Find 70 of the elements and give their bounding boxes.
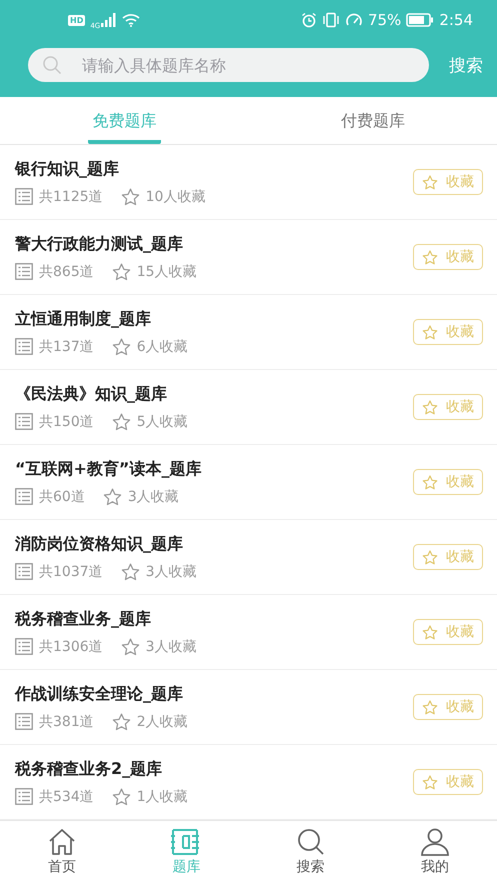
question-count: 共1037道: [39, 562, 103, 580]
favorite-count: 10人收藏: [146, 188, 206, 206]
battery-icon: [406, 13, 434, 27]
favorite-count: 15人收藏: [136, 262, 197, 280]
star-icon: [112, 788, 131, 806]
tab[interactable]: 免费题库: [88, 97, 160, 144]
alarm-icon: [300, 12, 317, 28]
gauge-icon: [344, 12, 363, 28]
question-count: 共534道: [39, 788, 94, 806]
clock-time: 2:54: [439, 11, 473, 29]
star-icon: [422, 250, 438, 264]
favorite-count: 1人收藏: [136, 788, 188, 806]
user-icon: [420, 828, 450, 856]
favorite-count: 3人收藏: [128, 488, 179, 506]
list-icon: [15, 788, 33, 805]
star-icon: [112, 338, 131, 356]
bank-title[interactable]: “互联网+教育”读本_题库: [15, 458, 413, 480]
star-icon: [422, 700, 438, 714]
question-count: 共150道: [39, 412, 94, 430]
star-icon: [112, 712, 131, 730]
favorite-count: 3人收藏: [146, 638, 197, 656]
list-icon: [15, 488, 33, 505]
tab[interactable]: 付费题库: [336, 97, 409, 144]
question-count: 共1125道: [39, 188, 103, 206]
star-icon: [112, 412, 131, 430]
search-field[interactable]: 请输入具体题库名称: [28, 48, 429, 82]
wifi-icon: [122, 13, 140, 27]
star-icon: [422, 474, 438, 490]
star-icon: [120, 562, 140, 580]
bank-title[interactable]: 银行知识_题库: [15, 158, 413, 180]
question-count: 共865道: [39, 262, 94, 280]
favorite-count: 6人收藏: [136, 338, 188, 356]
search-button[interactable]: 搜索: [449, 54, 483, 77]
signal-icon: [101, 13, 118, 27]
star-icon: [422, 774, 438, 790]
favorite-count: 5人收藏: [136, 412, 188, 430]
bank-title[interactable]: 警大行政能力测试_题库: [15, 234, 413, 254]
hd-badge: HD: [68, 14, 86, 26]
bank-title[interactable]: 消防岗位资格知识_题库: [15, 534, 413, 554]
search-icon: [296, 828, 326, 856]
bank-title[interactable]: 税务稽查业务_题库: [15, 608, 413, 630]
list-icon: [15, 563, 33, 580]
star-icon: [112, 262, 131, 280]
star-icon: [120, 188, 140, 206]
list-icon: [15, 188, 33, 205]
list-icon: [15, 338, 33, 355]
list-icon: [15, 638, 33, 655]
question-count: 共1306道: [39, 638, 103, 656]
question-count: 共60道: [39, 488, 85, 506]
favorite-count: 3人收藏: [146, 562, 197, 580]
star-icon: [422, 624, 438, 640]
star-icon: [422, 174, 438, 190]
star-icon: [422, 324, 438, 340]
vibrate-icon: [322, 12, 340, 28]
list-icon: [15, 263, 33, 280]
bank-title[interactable]: 税务稽查业务2_题库: [15, 758, 413, 780]
question-count: 共381道: [39, 712, 94, 730]
question-count: 共137道: [39, 338, 94, 356]
star-icon: [102, 488, 122, 506]
home-icon: [47, 828, 78, 856]
list-icon: [15, 713, 33, 730]
battery-percent: 75%: [368, 11, 402, 29]
bank-title[interactable]: 立恒通用制度_题库: [15, 308, 413, 330]
star-icon: [120, 638, 140, 656]
list-icon: [15, 413, 33, 430]
star-icon: [422, 400, 438, 414]
star-icon: [422, 550, 438, 564]
favorite-count: 2人收藏: [136, 712, 188, 730]
bank-title[interactable]: 作战训练安全理论_题库: [15, 684, 413, 704]
bank-title[interactable]: 《民法典》知识_题库: [15, 384, 413, 404]
